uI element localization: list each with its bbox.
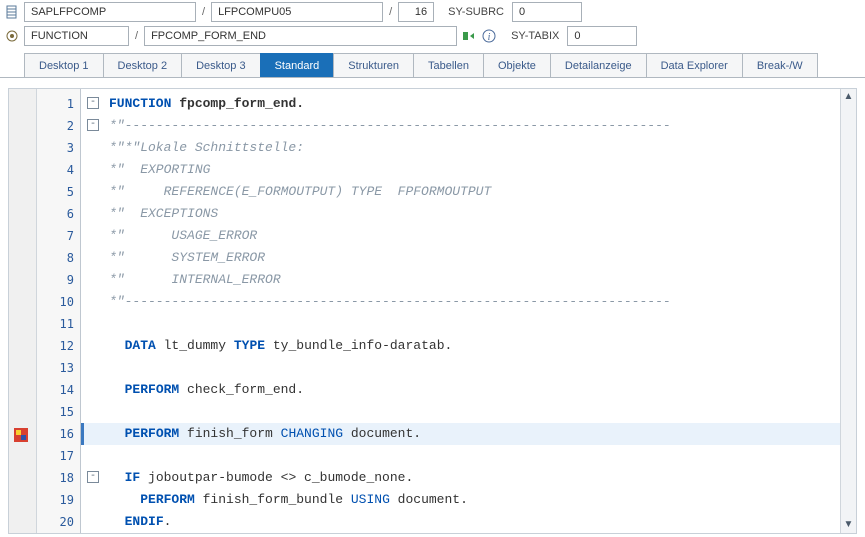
tab-tabellen[interactable]: Tabellen: [413, 53, 484, 77]
info-icon[interactable]: i: [481, 28, 497, 44]
tab-desktop-2[interactable]: Desktop 2: [103, 53, 183, 77]
vertical-scrollbar[interactable]: ▲ ▼: [840, 89, 856, 533]
object-type-field[interactable]: FUNCTION: [24, 26, 129, 46]
scroll-up-icon[interactable]: ▲: [841, 89, 856, 105]
code-line[interactable]: -*"-------------------------------------…: [81, 115, 856, 137]
program-field[interactable]: SAPLFPCOMP: [24, 2, 196, 22]
svg-text:i: i: [488, 32, 491, 43]
line-number: 14: [37, 379, 80, 401]
tab-bar: Desktop 1Desktop 2Desktop 3StandardStruk…: [0, 54, 865, 78]
line-number: 1: [37, 93, 80, 115]
fold-toggle[interactable]: -: [87, 119, 99, 131]
line-number: 10: [37, 291, 80, 313]
code-line[interactable]: PERFORM check_form_end.: [81, 379, 856, 401]
separator: /: [133, 30, 140, 42]
tab-desktop-3[interactable]: Desktop 3: [181, 53, 261, 77]
line-number: 2: [37, 115, 80, 137]
tab-standard[interactable]: Standard: [260, 53, 335, 77]
line-number: 3: [37, 137, 80, 159]
code-line[interactable]: *" REFERENCE(E_FORMOUTPUT) TYPE FPFORMOU…: [81, 181, 856, 203]
line-number: 17: [37, 445, 80, 467]
tab-objekte[interactable]: Objekte: [483, 53, 551, 77]
code-line[interactable]: PERFORM finish_form_bundle USING documen…: [81, 489, 856, 511]
fold-toggle[interactable]: -: [87, 97, 99, 109]
code-line[interactable]: - IF joboutpar-bumode <> c_bumode_none.: [81, 467, 856, 489]
code-line[interactable]: DATA lt_dummy TYPE ty_bundle_info-darata…: [81, 335, 856, 357]
code-line[interactable]: -FUNCTION fpcomp_form_end.: [81, 93, 856, 115]
sy-tabix-field[interactable]: 0: [567, 26, 637, 46]
code-line[interactable]: *" SYSTEM_ERROR: [81, 247, 856, 269]
code-line[interactable]: *"*"Lokale Schnittstelle:: [81, 137, 856, 159]
code-editor: 1234567891011121314151617181920 -FUNCTIO…: [8, 88, 857, 534]
gear-icon[interactable]: [4, 28, 20, 44]
navigate-icon[interactable]: [461, 28, 477, 44]
line-number: 18: [37, 467, 80, 489]
code-line[interactable]: PERFORM finish_form CHANGING document.: [81, 423, 856, 445]
code-line[interactable]: [81, 313, 856, 335]
line-number: 20: [37, 511, 80, 533]
line-number: 9: [37, 269, 80, 291]
code-line[interactable]: [81, 445, 856, 467]
line-number: 19: [37, 489, 80, 511]
header-row-1: SAPLFPCOMP / LFPCOMPU05 / 16 SY-SUBRC 0: [0, 0, 865, 24]
sy-subrc-field[interactable]: 0: [512, 2, 582, 22]
line-number: 6: [37, 203, 80, 225]
tab-break-w[interactable]: Break-/W: [742, 53, 818, 77]
separator: /: [200, 6, 207, 18]
sy-tabix-label: SY-TABIX: [501, 30, 563, 42]
object-name-field[interactable]: FPCOMP_FORM_END: [144, 26, 457, 46]
code-line[interactable]: ENDIF.: [81, 511, 856, 533]
line-number: 7: [37, 225, 80, 247]
document-icon[interactable]: [4, 4, 20, 20]
line-number: 5: [37, 181, 80, 203]
tab-strukturen[interactable]: Strukturen: [333, 53, 414, 77]
line-number: 12: [37, 335, 80, 357]
editor-margin: [9, 89, 37, 533]
tab-data-explorer[interactable]: Data Explorer: [646, 53, 743, 77]
code-line[interactable]: [81, 357, 856, 379]
line-number-gutter: 1234567891011121314151617181920: [37, 89, 81, 533]
line-number: 4: [37, 159, 80, 181]
fold-toggle[interactable]: -: [87, 471, 99, 483]
sy-subrc-label: SY-SUBRC: [438, 6, 508, 18]
code-line[interactable]: *" USAGE_ERROR: [81, 225, 856, 247]
scroll-down-icon[interactable]: ▼: [841, 517, 856, 533]
header-row-2: FUNCTION / FPCOMP_FORM_END i SY-TABIX 0: [0, 24, 865, 48]
code-line[interactable]: *" INTERNAL_ERROR: [81, 269, 856, 291]
line-number: 11: [37, 313, 80, 335]
line-number: 8: [37, 247, 80, 269]
code-line[interactable]: *" EXPORTING: [81, 159, 856, 181]
tab-desktop-1[interactable]: Desktop 1: [24, 53, 104, 77]
code-area[interactable]: -FUNCTION fpcomp_form_end.-*"-----------…: [81, 89, 856, 533]
code-line[interactable]: [81, 401, 856, 423]
line-number: 16: [37, 423, 80, 445]
line-number: 13: [37, 357, 80, 379]
line-number: 15: [37, 401, 80, 423]
code-line[interactable]: *" EXCEPTIONS: [81, 203, 856, 225]
tab-detailanzeige[interactable]: Detailanzeige: [550, 53, 647, 77]
code-line[interactable]: *"--------------------------------------…: [81, 291, 856, 313]
include-field[interactable]: LFPCOMPU05: [211, 2, 383, 22]
line-number-field[interactable]: 16: [398, 2, 434, 22]
separator: /: [387, 6, 394, 18]
breakpoint-icon[interactable]: [13, 427, 29, 443]
